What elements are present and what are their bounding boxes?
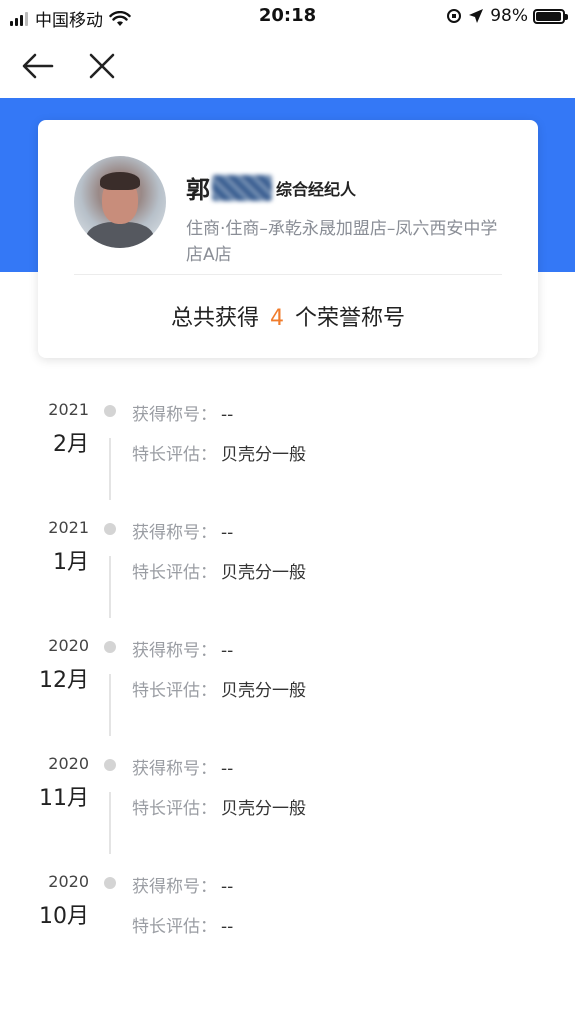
timeline-entry: 2021 2月 获得称号： -- 特长评估： 贝壳分一般 xyxy=(0,392,575,510)
title-value: -- xyxy=(221,405,234,425)
eval-value: 贝壳分一般 xyxy=(221,563,306,583)
timeline-entry: 2020 12月 获得称号： -- 特长评估： 贝壳分一般 xyxy=(0,628,575,746)
status-right: 98% xyxy=(446,6,568,26)
entry-year: 2020 xyxy=(48,872,89,891)
entry-year: 2021 xyxy=(48,400,89,419)
avatar xyxy=(74,156,166,248)
arrow-left-icon[interactable] xyxy=(20,48,56,84)
battery-fill xyxy=(536,11,562,21)
timeline-dot xyxy=(104,405,116,417)
timeline-line xyxy=(109,674,111,736)
title-label: 获得称号： xyxy=(132,405,217,425)
agent-name: 郭 xyxy=(186,176,210,204)
entry-title-row: 获得称号： -- xyxy=(132,754,233,779)
entry-month: 10月 xyxy=(39,904,89,929)
timeline-line xyxy=(109,792,111,854)
timeline-entry: 2021 1月 获得称号： -- 特长评估： 贝壳分一般 xyxy=(0,510,575,628)
entry-month: 1月 xyxy=(53,550,89,575)
entry-month: 11月 xyxy=(39,786,89,811)
honor-prefix: 总共获得 xyxy=(170,306,259,331)
honor-summary: 总共获得 4 个荣誉称号 xyxy=(38,300,538,332)
timeline-line xyxy=(109,438,111,500)
timeline-dot xyxy=(104,759,116,771)
entry-year: 2020 xyxy=(48,754,89,773)
eval-value: 贝壳分一般 xyxy=(221,681,306,701)
title-label: 获得称号： xyxy=(132,641,217,661)
entry-month: 2月 xyxy=(53,432,89,457)
entry-year: 2021 xyxy=(48,518,89,537)
entry-eval-row: 特长评估： 贝壳分一般 xyxy=(132,794,306,819)
entry-title-row: 获得称号： -- xyxy=(132,872,233,897)
store-name: 住商·住商–承乾永晟加盟店–凤六西安中学店A店 xyxy=(186,219,498,265)
entry-year: 2020 xyxy=(48,636,89,655)
timeline-dot xyxy=(104,523,116,535)
title-value: -- xyxy=(221,523,234,543)
entry-title-row: 获得称号： -- xyxy=(132,518,233,543)
name-row: 郭 综合经纪人 xyxy=(186,170,356,205)
location-arrow-icon xyxy=(469,9,484,23)
eval-label: 特长评估： xyxy=(132,681,217,701)
title-label: 获得称号： xyxy=(132,523,217,543)
entry-title-row: 获得称号： -- xyxy=(132,636,233,661)
battery-icon xyxy=(533,8,568,24)
entry-eval-row: 特长评估： 贝壳分一般 xyxy=(132,440,306,465)
title-label: 获得称号： xyxy=(132,759,217,779)
entry-title-row: 获得称号： -- xyxy=(132,400,233,425)
orientation-lock-icon xyxy=(447,9,462,23)
timeline-entry: 2020 11月 获得称号： -- 特长评估： 贝壳分一般 xyxy=(0,746,575,864)
top-nav xyxy=(0,38,575,94)
title-value: -- xyxy=(221,759,234,779)
eval-value: 贝壳分一般 xyxy=(221,445,306,465)
agent-role: 综合经纪人 xyxy=(276,179,357,199)
eval-label: 特长评估： xyxy=(132,445,217,465)
card-divider xyxy=(74,274,502,275)
timeline-entry: 2020 10月 获得称号： -- 特长评估： -- xyxy=(0,864,575,982)
name-redaction xyxy=(212,174,272,201)
title-value: -- xyxy=(221,877,234,897)
close-icon[interactable] xyxy=(84,48,120,84)
eval-value: -- xyxy=(221,917,234,937)
honor-count: 4 xyxy=(270,306,284,331)
entry-eval-row: 特长评估： 贝壳分一般 xyxy=(132,676,306,701)
timeline-line xyxy=(109,556,111,618)
timeline-dot xyxy=(104,641,116,653)
entry-eval-row: 特长评估： -- xyxy=(132,912,233,937)
profile-card: 郭 综合经纪人 住商·住商–承乾永晟加盟店–凤六西安中学店A店 总共获得 4 个… xyxy=(38,120,538,358)
eval-label: 特长评估： xyxy=(132,917,217,937)
honor-suffix: 个荣誉称号 xyxy=(295,306,406,331)
eval-label: 特长评估： xyxy=(132,563,217,583)
status-bar: 中国移动 20:18 98% xyxy=(0,0,575,34)
entry-eval-row: 特长评估： 贝壳分一般 xyxy=(132,558,306,583)
entry-month: 12月 xyxy=(39,668,89,693)
battery-percent: 98% xyxy=(490,6,528,26)
honor-timeline: 2021 2月 获得称号： -- 特长评估： 贝壳分一般 2021 1月 获得称号：… xyxy=(0,392,575,982)
eval-label: 特长评估： xyxy=(132,799,217,819)
eval-value: 贝壳分一般 xyxy=(221,799,306,819)
title-value: -- xyxy=(221,641,234,661)
title-label: 获得称号： xyxy=(132,877,217,897)
timeline-dot xyxy=(104,877,116,889)
honor-page: 中国移动 20:18 98% 郭 综合经纪人 住商·住商–承乾永晟加盟店–凤六西… xyxy=(0,0,575,1024)
